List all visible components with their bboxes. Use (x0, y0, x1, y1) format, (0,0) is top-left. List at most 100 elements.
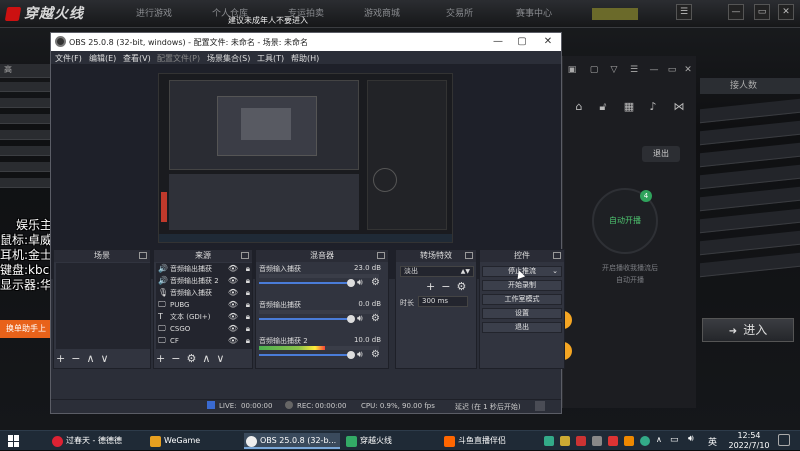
transition-select[interactable]: 淡出 ▲▼ (400, 266, 474, 277)
enter-button[interactable]: ➜ 进入 (702, 318, 794, 342)
gear-icon[interactable]: ⚙ (186, 352, 196, 365)
game-close-button[interactable]: ✕ (778, 4, 794, 20)
taskbar-item-music[interactable]: 过春天 - 德德德 (50, 433, 142, 449)
exit-button[interactable]: 退出 (482, 322, 562, 333)
add-scene-icon[interactable]: + (56, 352, 65, 365)
helper-lock-icon[interactable]: 🔓︎ (596, 100, 610, 114)
visibility-eye-icon[interactable]: 👁︎ (228, 275, 238, 287)
helper-share-icon[interactable]: ⋈ (672, 100, 686, 114)
lock-icon[interactable]: 🔒︎ (246, 275, 250, 287)
start-recording-button[interactable]: 开始录制 (482, 280, 562, 291)
lock-icon[interactable]: 🔒︎ (246, 299, 250, 311)
volume-slider-handle[interactable] (347, 315, 355, 323)
studio-mode-button[interactable]: 工作室模式 (482, 294, 562, 305)
move-down-icon[interactable]: ∨ (216, 352, 224, 365)
network-icon[interactable]: ▭ (670, 435, 679, 445)
source-item[interactable]: 🖵 PUBG 👁︎ 🔒︎ (156, 299, 252, 311)
volume-slider-handle[interactable] (347, 351, 355, 359)
lock-icon[interactable]: 🔒︎ (246, 335, 250, 347)
dock-float-icon[interactable] (553, 252, 561, 259)
visibility-eye-icon[interactable]: 👁︎ (228, 311, 238, 323)
tray-expand-icon[interactable]: ∧ (656, 435, 662, 444)
tray-app-icon[interactable] (576, 436, 586, 446)
visibility-eye-icon[interactable]: 👁︎ (228, 287, 238, 299)
game-menu-play[interactable]: 进行游戏 (136, 6, 172, 19)
helper-close-icon[interactable]: ✕ (682, 64, 694, 76)
helper-minimize-icon[interactable]: — (648, 64, 660, 76)
visibility-eye-icon[interactable]: 👁︎ (228, 299, 238, 311)
menu-scene-collection[interactable]: 场景集合(S) (207, 53, 250, 64)
game-menu-shop[interactable]: 游戏商城 (364, 6, 400, 19)
menu-edit[interactable]: 编辑(E) (89, 53, 116, 64)
volume-slider[interactable] (259, 282, 351, 284)
helper-store-icon[interactable]: ⌂ (572, 100, 586, 114)
source-item[interactable]: 🔊 音频输出捕获 2 👁︎ 🔒︎ (156, 275, 252, 287)
source-item[interactable]: 🖵 CF 👁︎ 🔒︎ (156, 335, 252, 347)
tray-app-icon[interactable] (560, 436, 570, 446)
menu-profile[interactable]: 配置文件(P) (157, 53, 200, 64)
gear-icon[interactable]: ⚙ (371, 313, 380, 324)
menu-help[interactable]: 帮助(H) (291, 53, 319, 64)
volume-slider-handle[interactable] (347, 279, 355, 287)
duration-input[interactable]: 300 ms (418, 296, 468, 307)
gear-icon[interactable]: ⚙ (371, 349, 380, 360)
helper-exit-button[interactable]: 退出 (642, 146, 680, 162)
speaker-icon[interactable]: 🔊︎ (357, 278, 363, 288)
helper-bell-icon[interactable]: ♪ (646, 100, 660, 114)
gear-icon[interactable]: ⚙ (456, 280, 466, 293)
taskbar-clock[interactable]: 12:54 2022/7/10 (726, 431, 772, 451)
source-item[interactable]: T 文本 (GDI+) 👁︎ 🔒︎ (156, 311, 252, 323)
tray-app-icon[interactable] (640, 436, 650, 446)
speaker-icon[interactable]: 🔊︎ (357, 350, 363, 360)
lock-icon[interactable]: 🔒︎ (246, 263, 250, 275)
game-minimize-button[interactable]: — (728, 4, 744, 20)
obs-close-button[interactable]: ✕ (541, 35, 555, 49)
tray-app-icon[interactable] (608, 436, 618, 446)
dock-float-icon[interactable] (241, 252, 249, 259)
remove-scene-icon[interactable]: − (71, 352, 80, 365)
helper-chat-icon[interactable]: ▢ (588, 64, 600, 76)
visibility-eye-icon[interactable]: 👁︎ (228, 263, 238, 275)
input-language[interactable]: 英 (708, 435, 717, 448)
taskbar-item-wegame[interactable]: WeGame (148, 433, 240, 449)
obs-preview-canvas[interactable] (158, 73, 453, 243)
game-menu-icon[interactable]: ☰ (676, 4, 692, 20)
source-item[interactable]: 🔊 音频输出捕获 👁︎ 🔒︎ (156, 263, 252, 275)
move-down-icon[interactable]: ∨ (101, 352, 109, 365)
speaker-icon[interactable]: 🔊︎ (357, 314, 363, 324)
tray-app-icon[interactable] (544, 436, 554, 446)
taskbar-item-crossfire[interactable]: 穿越火线 (344, 433, 436, 449)
obs-minimize-button[interactable]: — (491, 35, 505, 49)
taskbar-item-obs[interactable]: OBS 25.0.8 (32-b... (244, 433, 340, 449)
move-up-icon[interactable]: ∧ (202, 352, 210, 365)
helper-grid-icon[interactable]: ▦ (622, 100, 636, 114)
volume-icon[interactable]: 🔊︎ (688, 434, 694, 444)
helper-menu-icon[interactable]: ☰ (628, 64, 640, 76)
menu-tools[interactable]: 工具(T) (257, 53, 284, 64)
game-maximize-button[interactable]: ▭ (754, 4, 770, 20)
helper-window-icon[interactable]: ▣ (566, 64, 578, 76)
helper-filter-icon[interactable]: ▽ (608, 64, 620, 76)
dock-float-icon[interactable] (377, 252, 385, 259)
chevron-down-icon[interactable]: ⌄ (552, 267, 558, 276)
add-transition-icon[interactable]: + (426, 280, 435, 293)
scenes-list[interactable] (56, 263, 150, 349)
settings-button[interactable]: 设置 (482, 308, 562, 319)
windows-start-icon[interactable] (8, 435, 20, 447)
helper-orange-tag[interactable]: 换单助手上 (0, 320, 52, 338)
tray-app-icon[interactable] (592, 436, 602, 446)
volume-slider[interactable] (259, 318, 351, 320)
dock-float-icon[interactable] (465, 252, 473, 259)
menu-file[interactable]: 文件(F) (55, 53, 82, 64)
volume-slider[interactable] (259, 354, 351, 356)
lock-icon[interactable]: 🔒︎ (246, 311, 250, 323)
tray-app-icon[interactable] (624, 436, 634, 446)
visibility-eye-icon[interactable]: 👁︎ (228, 323, 238, 335)
notification-icon[interactable] (778, 434, 790, 446)
source-item[interactable]: 🖵 CSGO 👁︎ 🔒︎ (156, 323, 252, 335)
game-menu-exchange[interactable]: 交易所 (446, 6, 473, 19)
visibility-eye-icon[interactable]: 👁︎ (228, 335, 238, 347)
add-source-icon[interactable]: + (156, 352, 165, 365)
lock-icon[interactable]: 🔒︎ (246, 323, 250, 335)
dock-float-icon[interactable] (139, 252, 147, 259)
